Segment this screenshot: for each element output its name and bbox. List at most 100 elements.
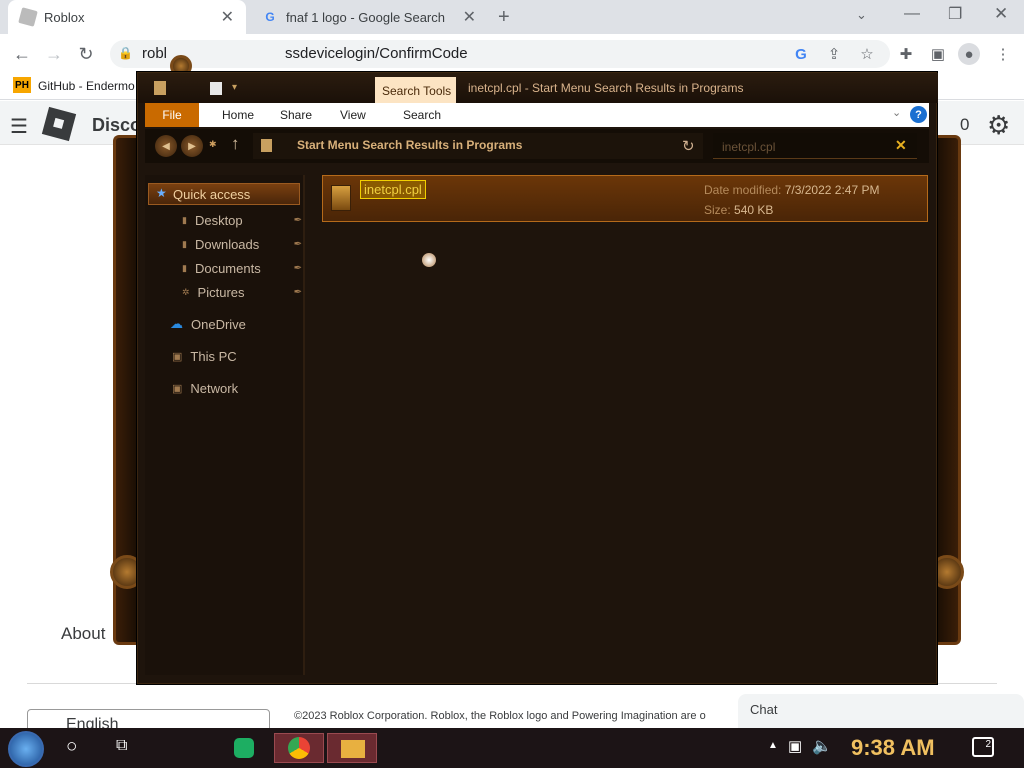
clear-search-icon[interactable]: ✕	[895, 137, 907, 154]
expand-ribbon-icon[interactable]: ⌄	[892, 106, 901, 119]
pin-icon: ✒	[293, 262, 302, 274]
pictures-icon: ✲	[182, 286, 190, 297]
url-visible-suffix: ssdevicelogin/ConfirmCode	[285, 45, 468, 62]
computer-icon: ▣	[172, 350, 183, 363]
explorer-titlebar: ▾ inetcpl.cpl - Start Menu Search Result…	[138, 73, 938, 103]
chat-bar[interactable]: Chat	[738, 694, 1024, 728]
result-file-name[interactable]: inetcpl.cpl	[360, 180, 426, 199]
task-view-icon[interactable]: ⧉	[116, 737, 127, 755]
taskbar-file-explorer[interactable]	[327, 733, 377, 763]
nav-downloads[interactable]: ▮ Downloads ✒	[182, 233, 302, 255]
result-date-modified: Date modified: 7/3/2022 2:47 PM	[704, 183, 879, 197]
quick-access-toolbar-chevron-icon[interactable]: ▾	[232, 82, 237, 93]
nav-network[interactable]: ▣ Network	[172, 377, 302, 399]
nav-documents[interactable]: ▮ Documents ✒	[182, 257, 302, 279]
close-window-button[interactable]: ✕	[994, 4, 1008, 24]
nav-documents-label: Documents	[194, 260, 261, 276]
ribbon-tab-view[interactable]: View	[330, 103, 376, 127]
properties-icon[interactable]	[210, 82, 222, 95]
search-query-text: inetcpl.cpl	[722, 140, 776, 154]
ph-bookmark-icon: PH	[13, 77, 31, 93]
cloud-icon: ☁	[170, 316, 183, 331]
ribbon-tab-file[interactable]: File	[145, 103, 199, 127]
pin-icon: ✒	[293, 238, 302, 250]
bookmark-star-icon[interactable]: ☆	[856, 43, 878, 65]
forward-arrow-icon[interactable]: →	[42, 42, 66, 66]
date-value: 7/3/2022 2:47 PM	[784, 183, 880, 197]
search-taskbar-icon[interactable]: ○	[66, 736, 77, 758]
nav-desktop[interactable]: ▮ Desktop ✒	[182, 209, 302, 231]
nav-discover-partial[interactable]: Disco	[92, 115, 141, 136]
volume-muted-icon[interactable]: 🔈	[812, 736, 832, 756]
ribbon-tab-home[interactable]: Home	[212, 103, 264, 127]
robux-count[interactable]: 0	[960, 115, 969, 135]
side-panel-icon[interactable]: ▣	[927, 43, 949, 65]
network-icon: ▣	[172, 382, 183, 395]
restore-window-button[interactable]: ❐	[948, 4, 962, 24]
folder-icon	[341, 740, 365, 758]
documents-icon: ▮	[182, 262, 187, 273]
refresh-icon[interactable]: ↻	[682, 137, 695, 155]
taskbar-clock[interactable]: 9:38 AM	[851, 735, 935, 761]
minimize-window-button[interactable]: —	[904, 5, 920, 23]
start-button[interactable]	[8, 731, 44, 767]
new-tab-button[interactable]: +	[498, 6, 510, 29]
help-icon[interactable]: ?	[910, 106, 927, 123]
close-tab-icon[interactable]: ✕	[463, 7, 476, 27]
extensions-puzzle-icon[interactable]: ✚	[895, 43, 917, 65]
back-arrow-icon[interactable]: ←	[10, 42, 34, 66]
url-visible-prefix: robl	[142, 45, 168, 62]
profile-avatar-icon[interactable]: ●	[958, 43, 980, 65]
share-icon[interactable]: ⇪	[823, 43, 845, 65]
nav-this-pc[interactable]: ▣ This PC	[172, 345, 302, 367]
ribbon-tab-share[interactable]: Share	[270, 103, 322, 127]
tab-title: fnaf 1 logo - Google Search	[286, 9, 445, 25]
network-tray-icon[interactable]: ▣	[788, 737, 802, 755]
ribbon-tab-search[interactable]: Search	[393, 103, 451, 127]
nav-quick-access[interactable]: ★ Quick access	[148, 183, 300, 205]
hamburger-menu-icon[interactable]: ☰	[10, 114, 28, 139]
nav-pictures[interactable]: ✲ Pictures ✒	[182, 281, 302, 303]
size-label: Size:	[704, 203, 731, 217]
search-results-icon	[261, 139, 272, 152]
star-icon: ★	[156, 186, 167, 200]
nav-this-pc-label: This PC	[190, 348, 237, 364]
recent-locations-icon[interactable]: ✱	[209, 139, 217, 150]
notification-center-icon[interactable]: 2	[972, 737, 994, 757]
notification-count: 2	[985, 739, 991, 750]
chat-label: Chat	[750, 702, 778, 717]
chrome-icon	[288, 737, 310, 759]
tab-title: Roblox	[44, 9, 85, 25]
reload-icon[interactable]: ↻	[74, 42, 98, 66]
search-tools-label: Search Tools	[382, 84, 452, 98]
google-lens-icon[interactable]: G	[790, 43, 812, 65]
taskbar-chrome[interactable]	[274, 733, 324, 763]
footer-about-link[interactable]: About	[61, 624, 105, 644]
up-arrow-icon[interactable]: ↑	[231, 134, 240, 154]
close-tab-icon[interactable]: ✕	[221, 7, 234, 27]
notes-app-icon[interactable]	[234, 738, 254, 758]
nav-onedrive[interactable]: ☁ OneDrive	[170, 313, 300, 335]
nav-downloads-label: Downloads	[194, 236, 260, 252]
lock-icon[interactable]: 🔒	[118, 46, 133, 60]
tab-strip: Roblox ✕ G fnaf 1 logo - Google Search ✕…	[0, 0, 1024, 34]
breadcrumb[interactable]: Start Menu Search Results in Programs	[297, 138, 522, 152]
back-icon[interactable]: ◀	[155, 135, 177, 157]
copyright-text: ©2023 Roblox Corporation. Roblox, the Ro…	[294, 710, 706, 722]
google-favicon-icon: G	[265, 10, 275, 24]
ribbon-tabs: File Home Share View Search ⌄ ?	[145, 103, 929, 127]
show-hidden-icons-icon[interactable]: ▲	[768, 740, 778, 751]
settings-gear-icon[interactable]: ⚙	[987, 110, 1010, 141]
tab-search-icon[interactable]: ⌄	[856, 7, 867, 23]
quick-access-label: Quick access	[173, 186, 251, 202]
nav-pictures-label: Pictures	[197, 284, 245, 300]
url-text[interactable]: robl ssdevicelogin/ConfirmCode	[142, 45, 468, 62]
forward-icon[interactable]: ▶	[181, 135, 203, 157]
chrome-menu-icon[interactable]: ⋮	[992, 43, 1014, 65]
roblox-favicon-icon	[18, 7, 38, 27]
downloads-icon: ▮	[182, 238, 187, 249]
tab-google-search[interactable]: G fnaf 1 logo - Google Search ✕	[250, 0, 488, 34]
bookmark-github[interactable]: GitHub - Endermo	[38, 79, 135, 93]
tab-roblox[interactable]: Roblox ✕	[8, 0, 246, 34]
result-size: Size: 540 KB	[704, 203, 773, 217]
